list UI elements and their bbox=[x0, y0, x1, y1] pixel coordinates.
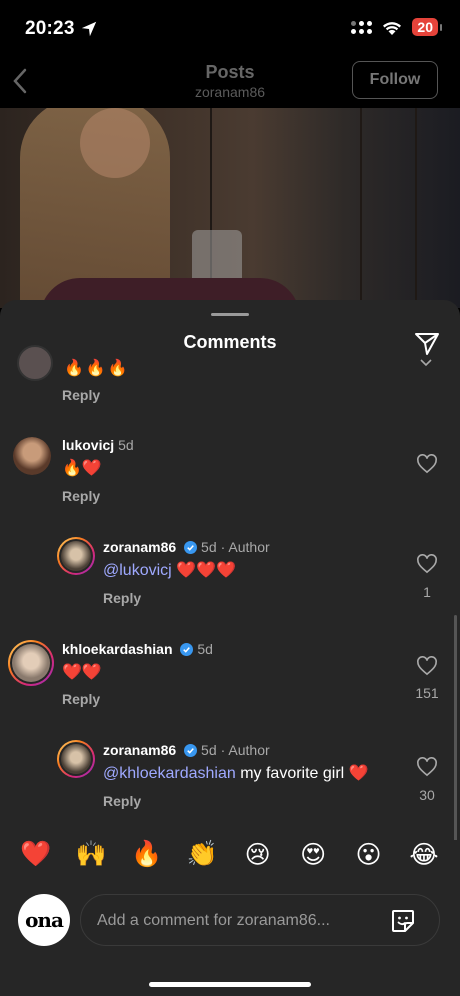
status-indicators: 20 bbox=[351, 18, 442, 36]
comment-text: ❤️❤️ bbox=[62, 664, 102, 681]
emoji-heart-eyes[interactable]: 😍 bbox=[295, 840, 331, 880]
comment-text: my favorite girl ❤️ bbox=[235, 765, 369, 782]
sheet-drag-handle[interactable] bbox=[211, 313, 249, 316]
reply-button[interactable]: Reply bbox=[103, 590, 141, 606]
like-count: 151 bbox=[415, 685, 439, 701]
avatar[interactable] bbox=[57, 537, 95, 575]
timestamp: 5d bbox=[197, 641, 213, 657]
verified-badge-icon bbox=[184, 744, 198, 757]
author-tag: · Author bbox=[220, 742, 270, 758]
username[interactable]: zoranam86 bbox=[103, 539, 176, 555]
sheet-title: Comments bbox=[183, 332, 277, 352]
like-count: 1 bbox=[423, 584, 431, 600]
post-image bbox=[0, 108, 460, 308]
reply-button[interactable]: Reply bbox=[62, 488, 100, 504]
heart-icon[interactable] bbox=[416, 454, 438, 474]
emoji-raising-hands[interactable]: 🙌 bbox=[73, 840, 109, 880]
nav-bar: Posts zoranam86 Follow bbox=[0, 58, 460, 108]
username[interactable]: khloekardashian bbox=[62, 641, 173, 657]
emoji-clapping-hands[interactable]: 👏 bbox=[184, 840, 220, 880]
verified-badge-icon bbox=[180, 643, 194, 656]
comment-composer: ona bbox=[0, 880, 460, 996]
share-send-icon[interactable] bbox=[414, 330, 440, 356]
reply-button[interactable]: Reply bbox=[62, 387, 100, 403]
scrollbar[interactable] bbox=[454, 615, 457, 850]
follow-button[interactable]: Follow bbox=[352, 61, 438, 99]
cellular-signal-icon bbox=[351, 20, 373, 34]
comment-text: ❤️❤️❤️ bbox=[171, 562, 236, 579]
timestamp: 5d bbox=[201, 742, 217, 758]
verified-badge-icon bbox=[184, 541, 198, 554]
location-arrow-icon bbox=[81, 21, 97, 37]
quick-emoji-bar: ❤️ 🙌 🔥 👏 😢 😍 😮 😂 bbox=[0, 840, 460, 880]
avatar[interactable] bbox=[8, 640, 54, 686]
emoji-surprised-face[interactable]: 😮 bbox=[351, 840, 387, 880]
comment-input-container bbox=[80, 894, 440, 946]
avatar[interactable] bbox=[57, 740, 95, 778]
timestamp: 5d bbox=[201, 539, 217, 555]
reply-button[interactable]: Reply bbox=[62, 691, 100, 707]
mention-link[interactable]: @khloekardashian bbox=[103, 765, 236, 782]
heart-icon[interactable] bbox=[416, 554, 438, 574]
mention-link[interactable]: @lukovicj bbox=[103, 562, 172, 579]
username[interactable]: lukovicj bbox=[62, 437, 114, 453]
timestamp: 5d bbox=[118, 437, 134, 453]
status-bar: 20:23 20 bbox=[0, 0, 460, 58]
current-user-avatar[interactable]: ona bbox=[18, 894, 70, 946]
like-count: 30 bbox=[419, 787, 435, 803]
reply-button[interactable]: Reply bbox=[103, 793, 141, 809]
emoji-crying-face[interactable]: 😢 bbox=[240, 840, 276, 880]
comment-input[interactable] bbox=[95, 907, 369, 935]
emoji-red-heart[interactable]: ❤️ bbox=[18, 840, 54, 880]
heart-icon[interactable] bbox=[416, 757, 438, 777]
avatar[interactable] bbox=[17, 345, 53, 381]
battery-indicator: 20 bbox=[412, 18, 442, 36]
sticker-icon[interactable] bbox=[389, 907, 417, 935]
emoji-fire[interactable]: 🔥 bbox=[129, 840, 165, 880]
comment-text: 🔥🔥🔥 bbox=[64, 360, 130, 377]
status-time: 20:23 bbox=[25, 18, 75, 39]
emoji-tears-of-joy[interactable]: 😂 bbox=[406, 840, 442, 880]
author-tag: · Author bbox=[220, 539, 270, 555]
heart-icon[interactable] bbox=[416, 656, 438, 676]
wifi-icon bbox=[383, 21, 402, 35]
comment-text: 🔥❤️ bbox=[62, 460, 102, 477]
heart-icon[interactable] bbox=[419, 355, 433, 369]
avatar[interactable] bbox=[13, 437, 51, 475]
home-indicator bbox=[149, 982, 311, 987]
username[interactable]: zoranam86 bbox=[103, 742, 176, 758]
